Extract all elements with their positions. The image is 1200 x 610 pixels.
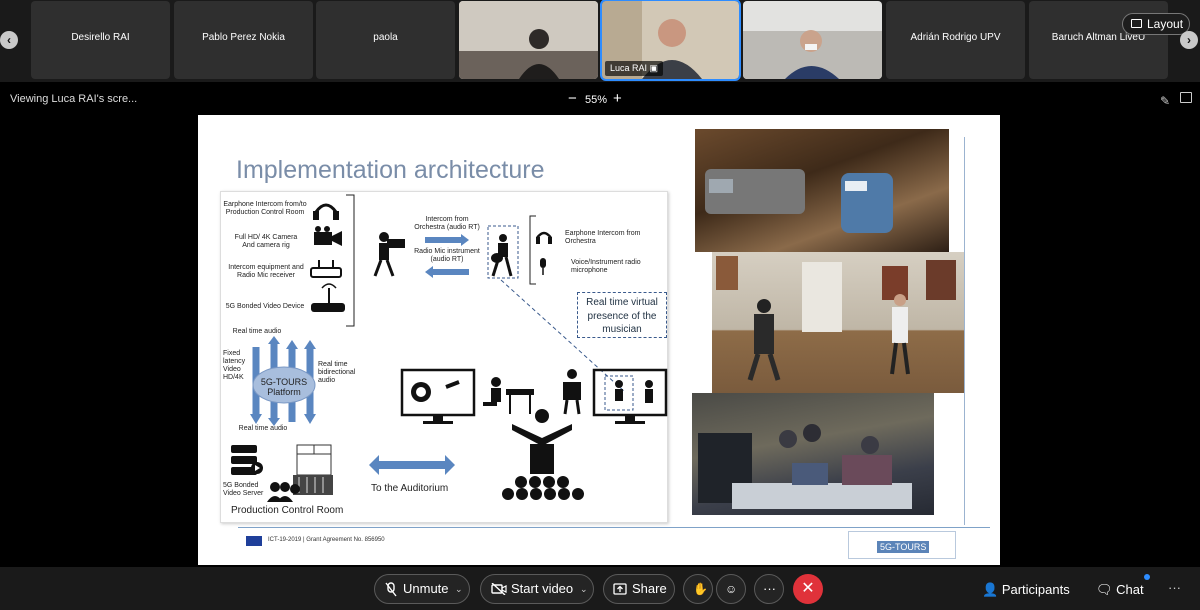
label-platform: 5G-TOURS Platform	[260, 377, 308, 398]
share-icon	[613, 583, 627, 595]
raise-hand-button[interactable]: ✋	[683, 574, 713, 604]
hand-icon: ✋	[693, 582, 708, 596]
architecture-diagram: Earphone Intercom from/to Production Con…	[220, 191, 668, 523]
label-earphone-intercom: Earphone Intercom from/to Production Con…	[223, 201, 307, 217]
smiley-icon: ☺	[725, 582, 738, 596]
more-options-button[interactable]: ···	[754, 574, 784, 604]
label-radio-mic: Radio Mic instrument (audio RT)	[414, 248, 480, 264]
end-call-button[interactable]: ✕	[793, 574, 823, 604]
mic-off-icon	[385, 582, 397, 597]
photo-hall-performance	[712, 252, 964, 393]
label-to-auditorium: To the Auditorium	[371, 483, 449, 494]
participant-video-tile[interactable]	[743, 1, 882, 79]
slide-title: Implementation architecture	[236, 156, 545, 184]
viewing-bar: Viewing Luca RAI's scre... − 55% + ✎	[0, 82, 1200, 116]
label-fixed-latency: Fixed latency Video HD/4K	[223, 350, 246, 382]
label-intercom-equipment: Intercom equipment and Radio Mic receive…	[228, 264, 304, 280]
scroll-left-icon[interactable]: ‹	[0, 31, 18, 49]
chevron-down-icon[interactable]: ⌄	[580, 575, 588, 603]
participant-tile[interactable]: Pablo Perez Nokia	[174, 1, 313, 79]
shared-screen: Implementation architecture Earphone Int…	[198, 115, 1000, 565]
zoom-level: 55%	[585, 94, 608, 106]
chat-notification-dot	[1144, 574, 1150, 580]
layout-icon	[1131, 19, 1142, 28]
photo-camera-equipment	[695, 129, 949, 252]
participant-video-tile-active[interactable]: Luca RAI ▣	[600, 0, 741, 81]
chat-icon: 🗨	[1096, 582, 1113, 597]
participants-button[interactable]: 👤 Participants	[982, 582, 1070, 598]
participant-name: Pablo Perez Nokia	[202, 32, 285, 43]
5g-tours-logo: 5G-TOURS	[848, 531, 956, 559]
zoom-out-button[interactable]: −	[568, 90, 577, 107]
layout-button[interactable]: Layout	[1122, 13, 1190, 35]
viewing-status: Viewing Luca RAI's scre...	[10, 93, 138, 105]
label-rt-bidirectional: Real time bidirectional audio	[318, 361, 356, 385]
share-button[interactable]: Share	[603, 574, 675, 604]
participant-tile[interactable]: Desirello RAI	[31, 1, 170, 79]
scroll-right-icon[interactable]: ›	[1180, 31, 1198, 49]
reactions-button[interactable]: ☺	[716, 574, 746, 604]
participant-name: paola	[373, 32, 398, 43]
unmute-button[interactable]: Unmute ⌄	[374, 574, 470, 604]
participant-tile[interactable]: Adrián Rodrigo UPV	[886, 1, 1025, 79]
start-video-button[interactable]: Start video ⌄	[480, 574, 594, 604]
label-production-control-room: Production Control Room	[231, 505, 344, 516]
label-camera: Full HD/ 4K Camera And camera rig	[234, 234, 298, 250]
participant-name: Luca RAI ▣	[605, 61, 664, 76]
participant-name: Desirello RAI	[71, 32, 130, 43]
popout-icon[interactable]	[1180, 92, 1192, 103]
participant-tile[interactable]: paola	[316, 1, 455, 79]
photo-control-room	[692, 393, 934, 515]
label-intercom-orchestra: Intercom from Orchestra (audio RT)	[414, 216, 480, 232]
virtual-presence-box: Real time virtual presence of the musici…	[577, 292, 667, 338]
annotate-icon[interactable]: ✎	[1160, 94, 1170, 108]
grant-text: ICT-19-2019 | Grant Agreement No. 856950	[268, 537, 385, 543]
zoom-in-button[interactable]: +	[613, 90, 622, 107]
participant-name: Adrián Rodrigo UPV	[910, 32, 1001, 43]
label-earphone-orchestra: Earphone Intercom from Orchestra	[565, 230, 641, 246]
participant-video	[743, 1, 882, 79]
meeting-controls: Unmute ⌄ Start video ⌄ Share ✋ ☺ ··· ✕ 👤…	[0, 567, 1200, 610]
label-rt-audio-top: Real time audio	[232, 328, 282, 335]
participant-video-tile[interactable]	[459, 1, 598, 79]
label-voice-instrument: Voice/Instrument radio microphone	[571, 259, 641, 275]
slide-divider	[964, 137, 965, 525]
eu-flag-icon	[246, 536, 262, 546]
chat-button[interactable]: 🗨 Chat	[1096, 582, 1144, 598]
slide-footer-line	[238, 527, 990, 528]
label-rt-audio-bottom: Real time audio	[238, 425, 288, 432]
participants-icon: 👤	[982, 582, 999, 597]
participant-strip: ‹ Desirello RAI Pablo Perez Nokia paola …	[0, 0, 1200, 82]
label-bonded-server: 5G Bonded Video Server	[223, 482, 264, 498]
overflow-menu-button[interactable]: ···	[1168, 580, 1181, 595]
chevron-down-icon[interactable]: ⌄	[455, 575, 463, 603]
participant-video	[459, 1, 598, 79]
label-bonded-device: 5G Bonded Video Device	[225, 303, 305, 310]
video-off-icon	[491, 583, 507, 595]
